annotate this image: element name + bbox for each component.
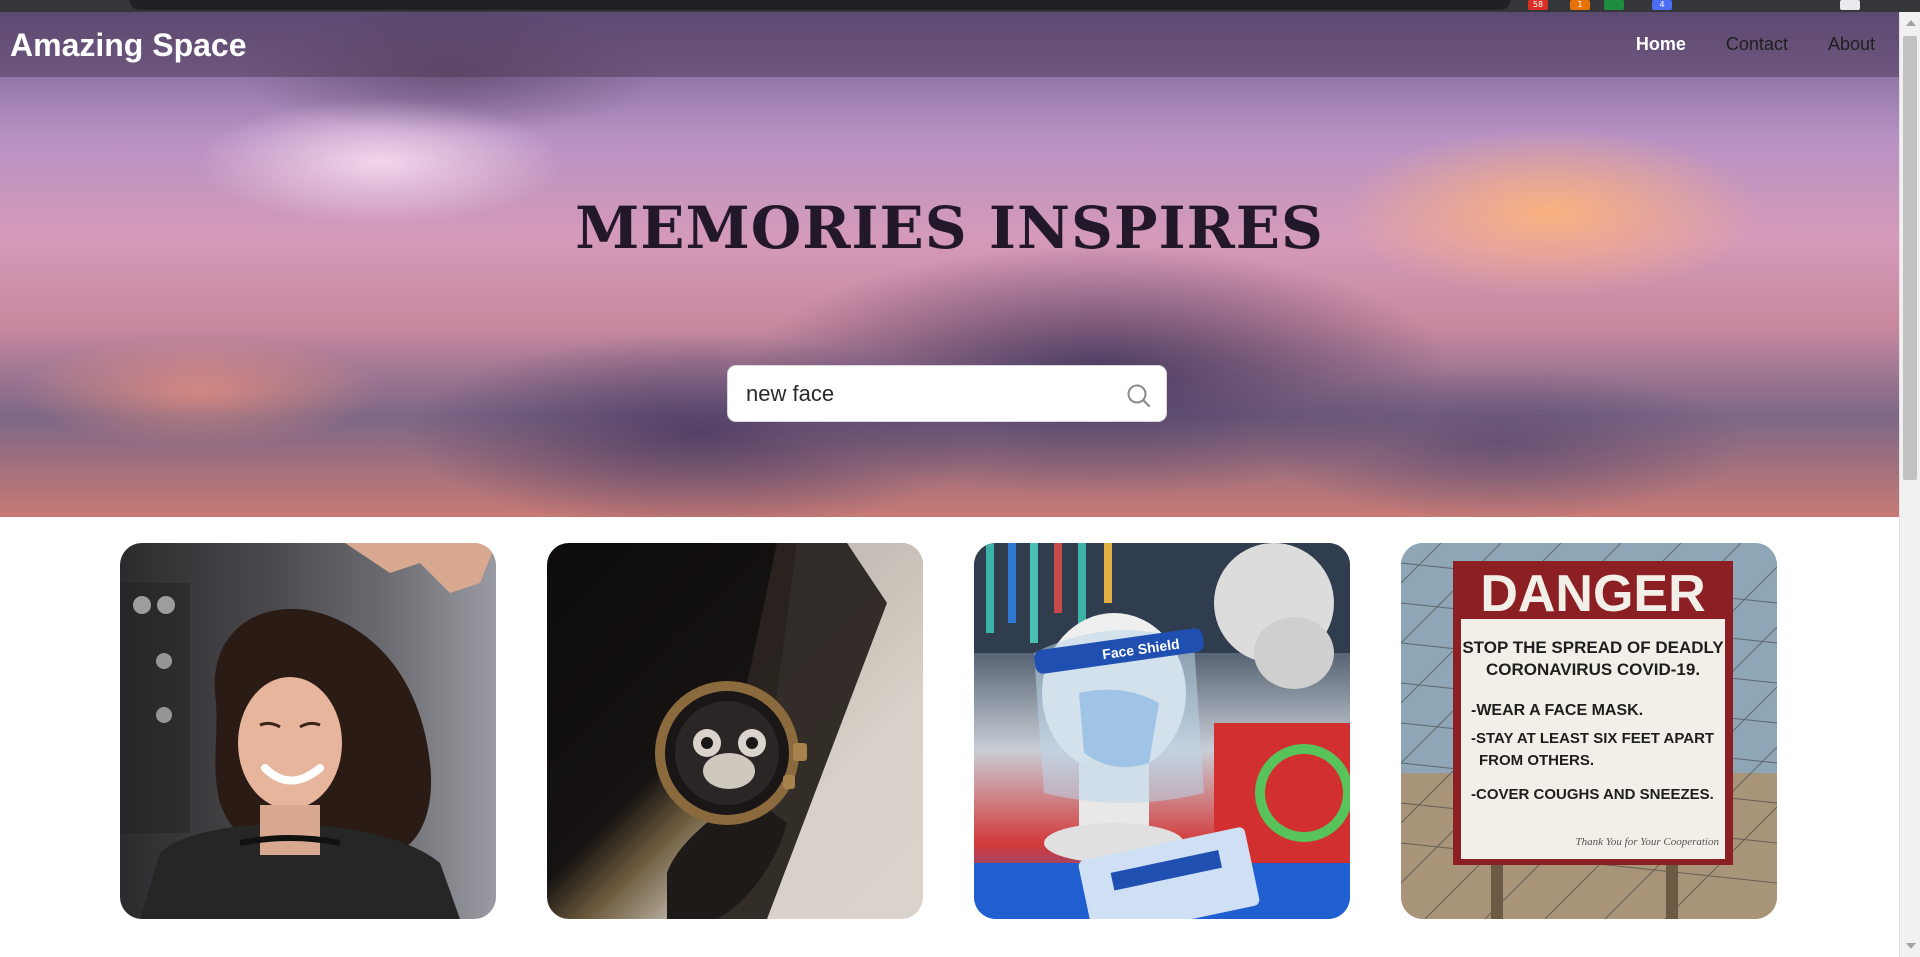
sign-rule2b: FROM OTHERS. [1479, 752, 1594, 769]
site-brand[interactable]: Amazing Space [10, 27, 247, 64]
search-input[interactable] [746, 376, 1106, 412]
extension-badge-icon[interactable]: 4 [1652, 0, 1672, 10]
address-bar[interactable] [130, 0, 1510, 10]
gallery-image-face-shield[interactable]: Face Shield [974, 543, 1350, 919]
search-box[interactable] [727, 365, 1167, 422]
watch-photo [655, 543, 923, 919]
page-scrollbar[interactable] [1899, 12, 1920, 957]
face-shield-photo: Face Shield [974, 543, 1350, 919]
nav-links: Home Contact About [1636, 34, 1875, 55]
sign-rule2: -STAY AT LEAST SIX FEET APART [1471, 730, 1714, 747]
nav-link-contact[interactable]: Contact [1726, 34, 1788, 55]
sign-rule1: -WEAR A FACE MASK. [1471, 702, 1643, 719]
gallery-image-woman[interactable] [120, 543, 496, 919]
hero-banner: Amazing Space Home Contact About MEMORIE… [0, 12, 1899, 517]
extension-badge-icon[interactable]: 58 [1528, 0, 1548, 10]
sign-headline: DANGER [1480, 565, 1705, 623]
nav-link-about[interactable]: About [1828, 34, 1875, 55]
image-gallery: Face Shield DANGER STOP THE SPREAD OF DE… [120, 543, 1777, 919]
sign-line2: CORONAVIRUS COVID-19. [1486, 660, 1700, 679]
profile-avatar-icon[interactable] [1840, 0, 1860, 10]
extension-badge-icon[interactable]: 1 [1570, 0, 1590, 10]
search-icon[interactable] [1126, 383, 1152, 409]
browser-toolbar: 58 1 4 [0, 0, 1920, 12]
gallery-image-danger-sign[interactable]: DANGER STOP THE SPREAD OF DEADLY CORONAV… [1401, 543, 1777, 919]
nav-link-home[interactable]: Home [1636, 34, 1686, 55]
navbar: Amazing Space Home Contact About [0, 12, 1899, 77]
scroll-up-icon[interactable] [1906, 20, 1916, 26]
sign-footer: Thank You for Your Cooperation [1576, 836, 1720, 848]
sign-line1: STOP THE SPREAD OF DEADLY [1462, 638, 1724, 657]
extension-icon[interactable] [1604, 0, 1624, 10]
scroll-down-icon[interactable] [1906, 943, 1916, 949]
sign-rule3: -COVER COUGHS AND SNEEZES. [1471, 786, 1714, 803]
woman-photo [120, 543, 496, 919]
danger-sign-photo: DANGER STOP THE SPREAD OF DEADLY CORONAV… [1401, 543, 1777, 919]
hero-title: MEMORIES INSPIRES [575, 194, 1324, 262]
scroll-thumb[interactable] [1903, 36, 1917, 480]
gallery-image-watch[interactable] [547, 543, 923, 919]
